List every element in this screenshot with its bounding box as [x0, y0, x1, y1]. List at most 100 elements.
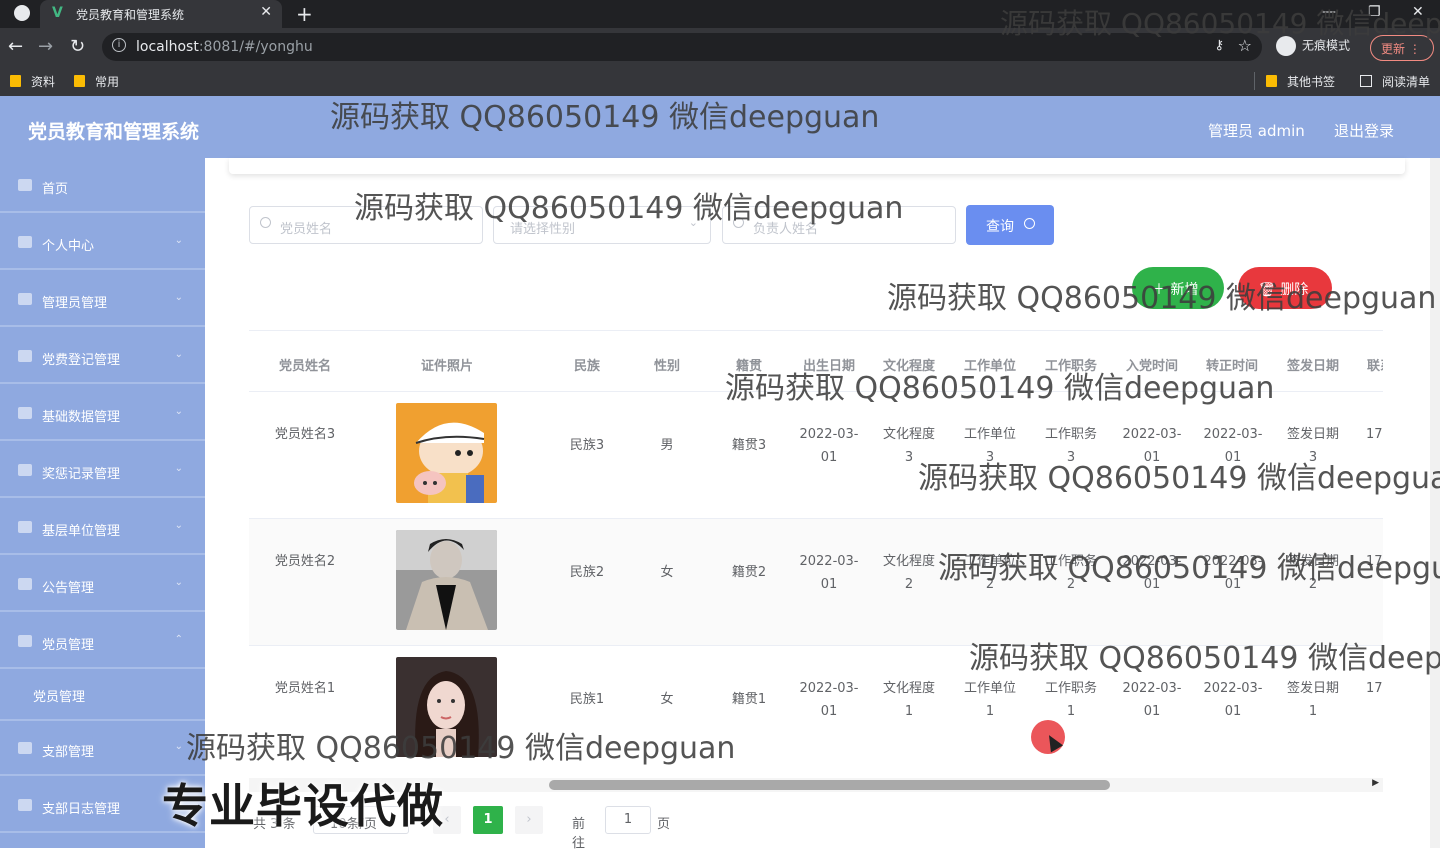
chevron-down-icon: ⌄	[174, 292, 183, 303]
browser-tab[interactable]: V 党员教育和管理系统 ✕	[40, 0, 282, 28]
cell-gender: 男	[660, 438, 674, 453]
jump-page-input[interactable]: 1	[605, 806, 651, 834]
page-vertical-scrollbar[interactable]	[1430, 158, 1440, 848]
window-close-icon[interactable]: ✕	[1412, 4, 1424, 20]
tab-close-icon[interactable]: ✕	[260, 4, 272, 20]
admin-icon	[18, 293, 32, 305]
page-number-current[interactable]: 1	[473, 806, 503, 834]
scrollbar-thumb[interactable]	[549, 780, 1110, 790]
user-icon	[18, 236, 32, 248]
table-row[interactable]: 党员姓名1 民族1 女 籍贯1 2022-03-01 文化程度1 工作单位1 工…	[249, 646, 1383, 770]
sidebar-item-members[interactable]: 党员管理 ⌃	[0, 614, 205, 669]
minimize-icon[interactable]: —	[1322, 4, 1336, 20]
password-key-icon[interactable]: ⚷	[1214, 38, 1224, 53]
sidebar-item-label: 首页	[42, 182, 69, 197]
col-name[interactable]: 党员姓名	[277, 355, 333, 374]
sidebar-item-dues[interactable]: 党费登记管理 ⌄	[0, 329, 205, 384]
cell-join: 2022-03-01	[1122, 554, 1182, 592]
member-name-input[interactable]: 党员姓名	[249, 206, 483, 244]
cell-post: 工作职务1	[1044, 681, 1097, 719]
col-education[interactable]: 文化程度	[881, 355, 937, 374]
delete-button[interactable]: 🗑 删除	[1238, 267, 1332, 309]
forward-icon[interactable]: →	[38, 36, 53, 57]
cell-gender: 女	[660, 565, 674, 580]
sidebar-item-branches[interactable]: 支部管理 ⌄	[0, 721, 205, 776]
sidebar-item-basic-data[interactable]: 基础数据管理 ⌄	[0, 386, 205, 441]
breadcrumb-card	[229, 158, 1405, 174]
bookmark-folder-0[interactable]: 资料	[10, 73, 55, 90]
bookmark-folder-1[interactable]: 常用	[74, 73, 119, 90]
restore-icon[interactable]: ❐	[1368, 4, 1381, 20]
next-page-button[interactable]: ›	[515, 806, 543, 834]
cell-join: 2022-03-01	[1122, 681, 1182, 719]
app-header: 党员教育和管理系统 管理员 admin 退出登录	[0, 96, 1440, 158]
page-label: 页	[657, 817, 671, 832]
cell-unit: 工作单位2	[963, 554, 1016, 592]
leader-name-input[interactable]: 负责人姓名	[722, 206, 956, 244]
button-label: 查询	[986, 219, 1014, 235]
cell-unit: 工作单位1	[963, 681, 1016, 719]
sidebar-item-home[interactable]: 首页	[0, 158, 205, 213]
browser-menu-icon[interactable]	[14, 5, 30, 21]
table-row[interactable]: 党员姓名2 民族2 女 籍贯2 2022-03-01 文化程度2 工作单位2 工…	[249, 519, 1383, 646]
goto-label: 前往	[572, 817, 586, 851]
bookmark-label: 常用	[95, 75, 120, 89]
cell-ethnicity: 民族3	[569, 438, 605, 453]
new-tab-icon[interactable]: +	[296, 2, 313, 26]
col-unit[interactable]: 工作单位	[962, 355, 1018, 374]
button-label: ＋ 新增	[1152, 282, 1199, 298]
search-icon	[1024, 218, 1035, 229]
sidebar-item-label: 基层单位管理	[42, 524, 121, 539]
cell-name: 党员姓名1	[274, 681, 336, 696]
col-join[interactable]: 入党时间	[1124, 355, 1180, 374]
bookmarks-bar: 资料 常用 其他书签 阅读清单	[0, 66, 1440, 96]
man-portrait-photo[interactable]	[396, 530, 497, 630]
cartoon-avatar-photo[interactable]	[396, 403, 497, 503]
update-button[interactable]: 更新 ⋮	[1370, 35, 1434, 61]
add-label: 新增	[1170, 282, 1199, 298]
url-host: localhost	[136, 39, 199, 55]
sidebar-item-rewards[interactable]: 奖惩记录管理 ⌄	[0, 443, 205, 498]
site-info-icon[interactable]: i	[112, 38, 126, 52]
query-button[interactable]: 查询	[966, 205, 1054, 245]
bookmark-label: 阅读清单	[1382, 75, 1431, 89]
update-label: 更新	[1381, 42, 1406, 56]
bookmark-label: 资料	[31, 75, 56, 89]
reload-icon[interactable]: ↻	[70, 36, 85, 57]
col-formal[interactable]: 转正时间	[1204, 355, 1260, 374]
logout-link[interactable]: 退出登录	[1334, 120, 1394, 141]
col-contact[interactable]: 联系	[1367, 355, 1383, 374]
home-icon	[18, 179, 32, 191]
sidebar-item-units[interactable]: 基层单位管理 ⌄	[0, 500, 205, 555]
col-birth[interactable]: 出生日期	[801, 355, 857, 374]
other-bookmarks[interactable]: 其他书签	[1266, 73, 1335, 90]
chevron-down-icon: ⌄	[174, 406, 183, 417]
members-table: 党员姓名 证件照片 民族 性别 籍贯 出生日期 文化程度 工作单位 工作职务 入…	[249, 330, 1383, 770]
col-issue[interactable]: 签发日期	[1285, 355, 1341, 374]
col-post[interactable]: 工作职务	[1043, 355, 1099, 374]
col-ethnicity[interactable]: 民族	[567, 355, 607, 374]
woman-portrait-photo[interactable]	[396, 657, 497, 757]
add-button[interactable]: ＋ 新增	[1132, 267, 1224, 309]
col-native[interactable]: 籍贯	[729, 355, 769, 374]
sidebar-item-profile[interactable]: 个人中心 ⌄	[0, 215, 205, 270]
sidebar-subitem-members[interactable]: 党员管理	[0, 666, 205, 721]
gender-select[interactable]: 请选择性别 ⌄	[493, 206, 711, 244]
incognito-indicator[interactable]: 无痕模式	[1276, 36, 1350, 56]
back-icon[interactable]: ←	[8, 36, 23, 57]
reading-list[interactable]: 阅读清单	[1360, 73, 1430, 90]
col-photo[interactable]: 证件照片	[417, 355, 477, 374]
sidebar-item-notices[interactable]: 公告管理 ⌄	[0, 557, 205, 612]
scroll-right-icon[interactable]: ▶	[1372, 778, 1379, 788]
incognito-label: 无痕模式	[1302, 38, 1351, 53]
bookmark-divider	[1254, 72, 1255, 90]
table-row[interactable]: 党员姓名3 民族3 男 籍贯3 2022-03-01 文化程度3 工作单位3 工…	[249, 392, 1383, 519]
url-input[interactable]: i localhost:8081/#/yonghu ⚷ ☆	[102, 33, 1262, 61]
data-icon	[18, 407, 32, 419]
col-gender[interactable]: 性别	[647, 355, 687, 374]
sidebar-item-admins[interactable]: 管理员管理 ⌄	[0, 272, 205, 327]
bookmark-star-icon[interactable]: ☆	[1238, 36, 1252, 55]
cell-birth: 2022-03-01	[799, 554, 859, 592]
url-path: :8081/#/yonghu	[198, 39, 313, 55]
cell-birth: 2022-03-01	[799, 681, 859, 719]
